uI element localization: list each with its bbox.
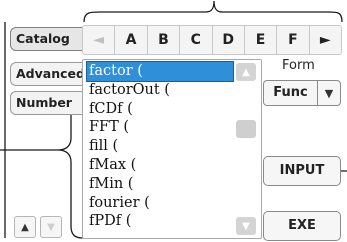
top-brace	[83, 0, 343, 23]
strip-next-icon[interactable]: ►	[310, 26, 341, 54]
tab-advanced[interactable]: Advanced	[10, 62, 82, 86]
function-list-item[interactable]: fMax (	[87, 156, 233, 175]
form-value: Func	[264, 81, 318, 105]
letter-e-button[interactable]: E	[245, 26, 278, 54]
exe-button[interactable]: EXE	[263, 211, 341, 241]
chevron-down-icon[interactable]: ▼	[318, 81, 340, 105]
function-list-item[interactable]: factor (	[86, 61, 234, 82]
letter-a-button[interactable]: A	[115, 26, 148, 54]
list-scrollbar[interactable]: ▲ ▼	[232, 60, 258, 238]
function-list-items: factor (factorOut (fCDf (FFT (fill (fMax…	[86, 61, 234, 231]
function-list-item[interactable]: FFT (	[87, 118, 233, 137]
input-button[interactable]: INPUT	[263, 156, 341, 186]
letter-strip: ◄ A B C D E F ►	[82, 25, 342, 55]
letter-f-button[interactable]: F	[277, 26, 310, 54]
left-bracket	[57, 95, 84, 239]
tab-scroll-down-icon[interactable]: ▼	[40, 216, 62, 238]
function-list[interactable]: factor (factorOut (fCDf (FFT (fill (fMax…	[82, 59, 262, 239]
letter-b-button[interactable]: B	[148, 26, 181, 54]
function-list-item[interactable]: fill (	[87, 137, 233, 156]
tab-scroll-up-icon[interactable]: ▲	[14, 216, 36, 238]
scroll-down-icon[interactable]: ▼	[236, 217, 256, 235]
scroll-up-icon[interactable]: ▲	[236, 63, 256, 81]
function-list-item[interactable]: fourier (	[87, 194, 233, 213]
tab-number[interactable]: Number	[10, 91, 82, 115]
tab-catalog[interactable]: Catalog	[10, 27, 82, 51]
letter-c-button[interactable]: C	[180, 26, 213, 54]
function-list-item[interactable]: factorOut (	[87, 81, 233, 100]
function-list-item[interactable]: fMin (	[87, 175, 233, 194]
strip-prev-icon[interactable]: ◄	[83, 26, 116, 54]
form-dropdown[interactable]: Func ▼	[263, 80, 341, 106]
form-label: Form	[282, 58, 315, 73]
function-list-item[interactable]: fCDf (	[87, 100, 233, 119]
scroll-thumb[interactable]	[236, 120, 256, 138]
letter-d-button[interactable]: D	[213, 26, 245, 54]
function-list-item[interactable]: fPDf (	[87, 212, 233, 231]
